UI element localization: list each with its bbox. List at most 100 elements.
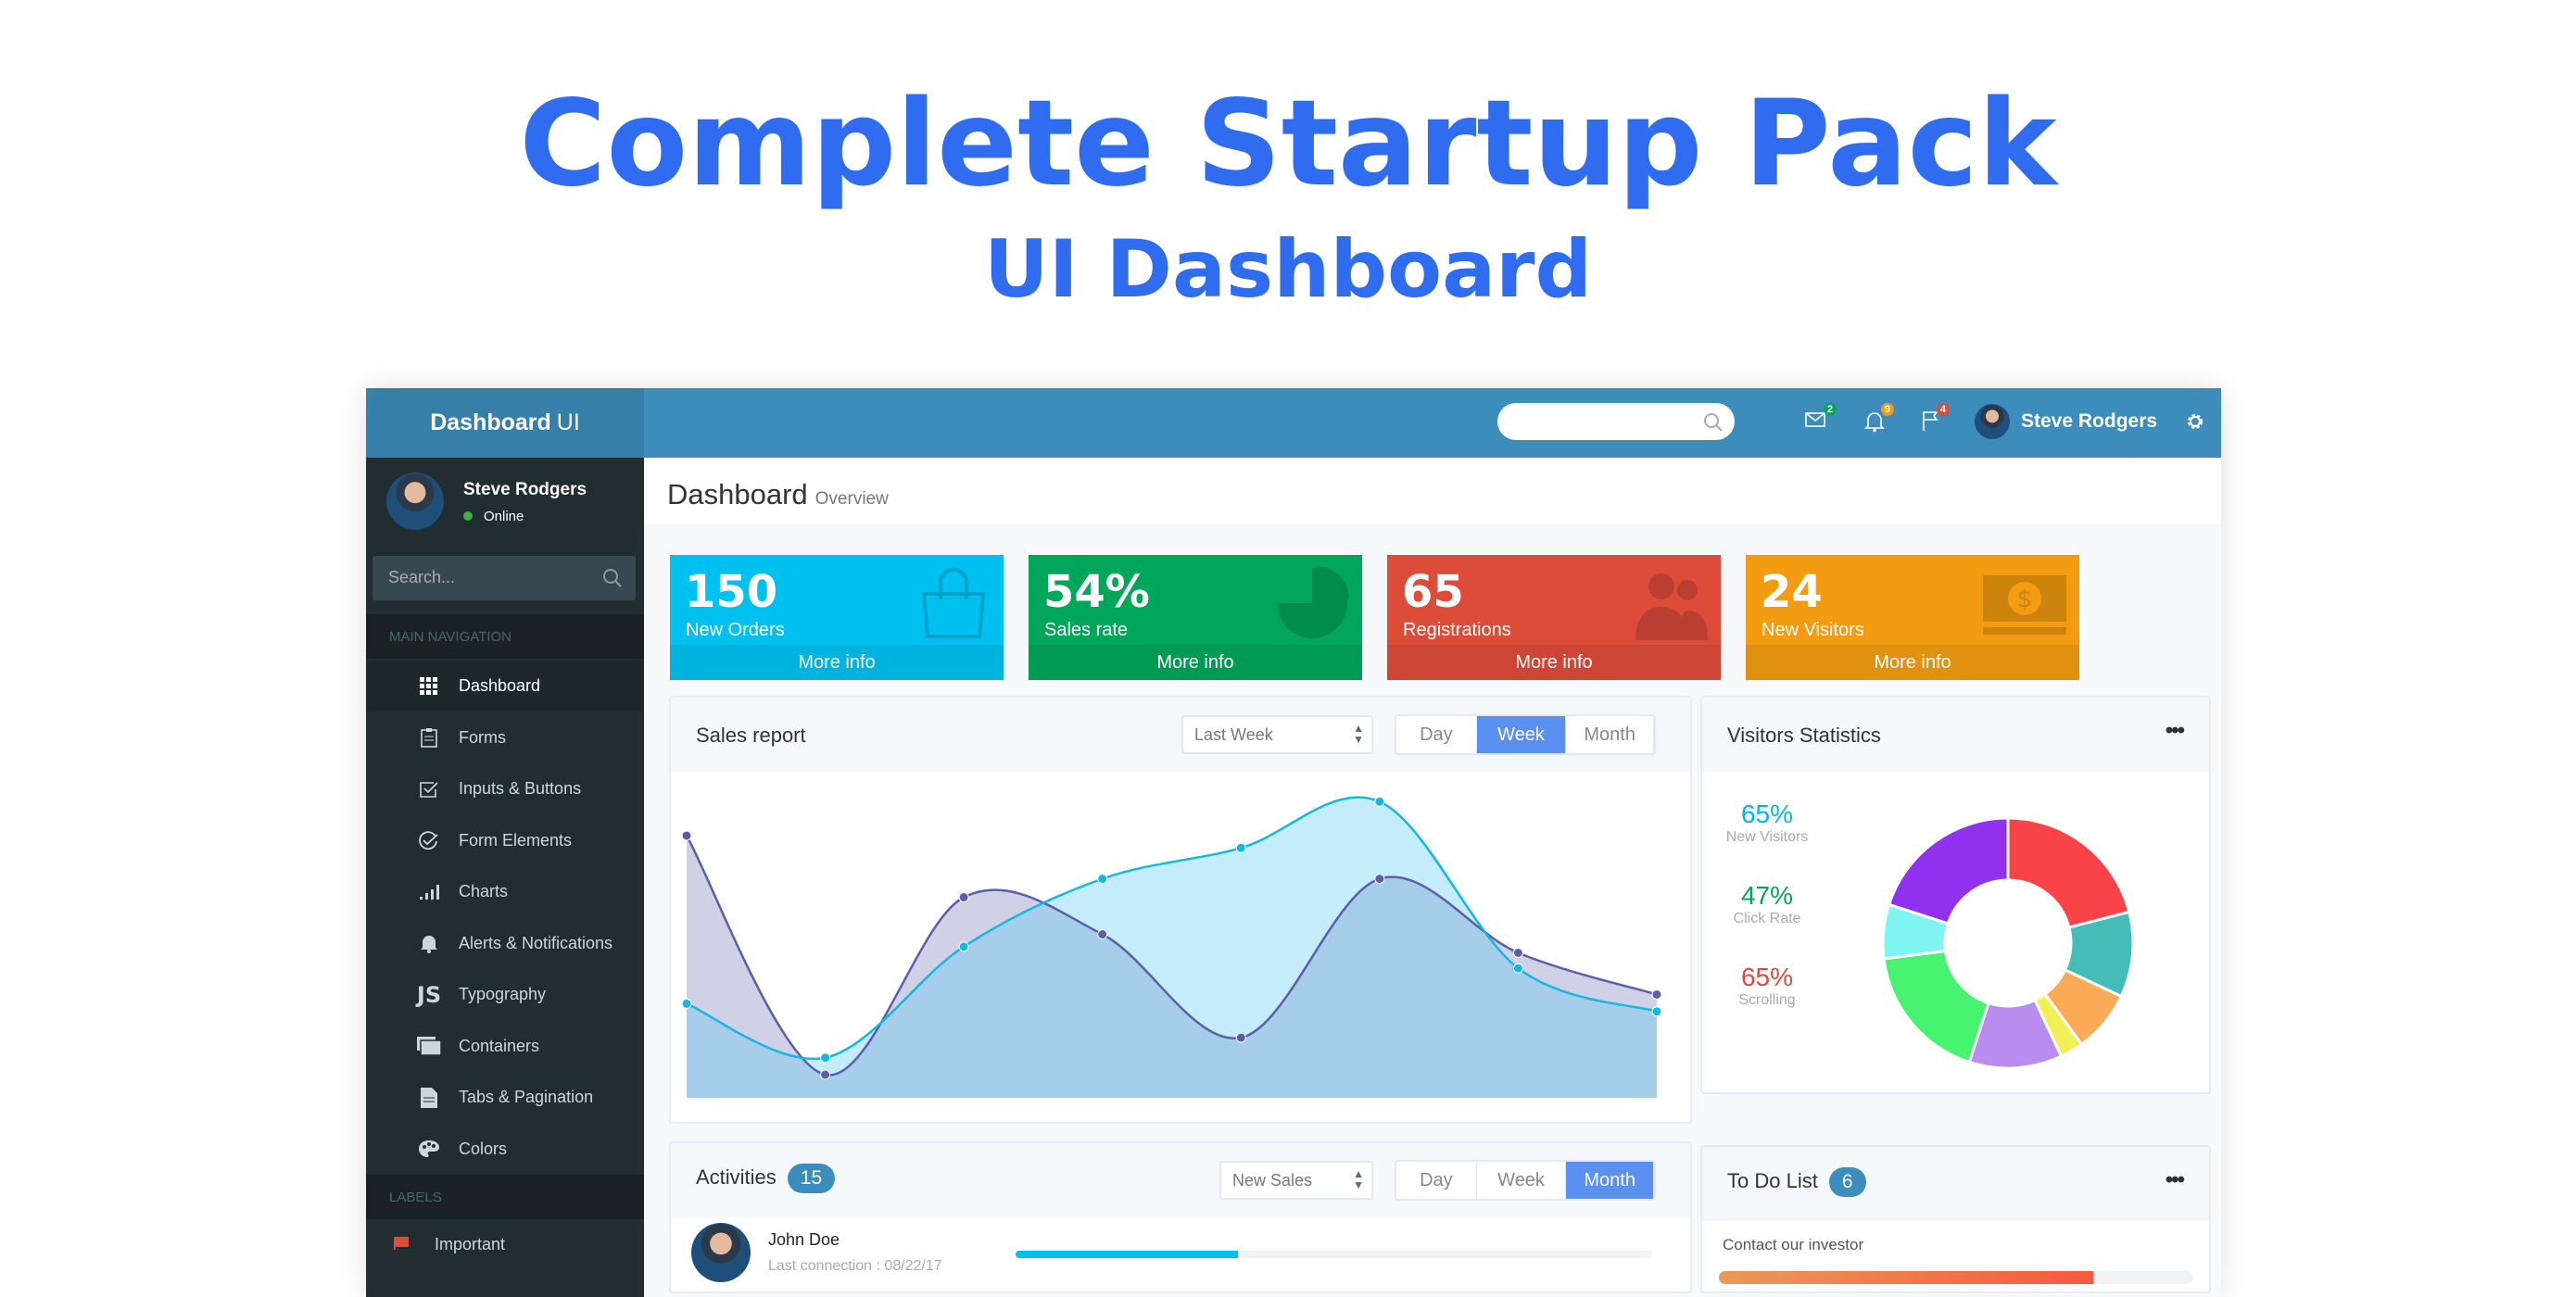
sidebar-item-inputs-buttons[interactable]: Inputs & Buttons bbox=[366, 763, 644, 814]
data-point[interactable] bbox=[1374, 796, 1385, 807]
more-info-link[interactable]: More info bbox=[1387, 645, 1721, 680]
sidebar-item-forms[interactable]: Forms bbox=[366, 712, 644, 763]
activity-progress-bar bbox=[1016, 1251, 1652, 1258]
stat-value: 47% bbox=[1740, 881, 1794, 910]
data-point[interactable] bbox=[1512, 947, 1523, 958]
top-search-input[interactable] bbox=[1497, 403, 1735, 440]
more-options-icon[interactable]: ••• bbox=[2166, 1167, 2185, 1193]
visitor-stat: 65% New Visitors bbox=[1702, 800, 1832, 846]
todo-title: To Do List bbox=[1727, 1169, 1818, 1192]
data-point[interactable] bbox=[958, 941, 969, 952]
activity-type-select[interactable]: New Sales ▲ ▼ bbox=[1219, 1161, 1373, 1200]
sidebar-item-label: Containers bbox=[459, 1036, 540, 1055]
stat-label: Scrolling bbox=[1738, 992, 1796, 1008]
sidebar-item-label: Form Elements bbox=[459, 830, 573, 850]
flag-icon bbox=[394, 1235, 409, 1254]
money-icon: $ bbox=[1983, 566, 2066, 645]
tab-month[interactable]: Month bbox=[1566, 716, 1654, 753]
notifications-button[interactable]: 9 bbox=[1864, 403, 1894, 437]
check-circle-icon bbox=[410, 830, 448, 850]
label-text: Important bbox=[435, 1235, 506, 1253]
user-menu[interactable]: Steve Rodgers bbox=[1975, 404, 2157, 439]
activity-last-connection: Last connection : 08/22/17 bbox=[768, 1258, 942, 1274]
todo-count-badge: 6 bbox=[1828, 1167, 1866, 1197]
panel-title: To Do List 6 bbox=[1727, 1167, 1866, 1197]
mail-badge: 2 bbox=[1823, 403, 1837, 416]
sidebar-item-dashboard[interactable]: Dashboard bbox=[366, 661, 644, 711]
data-point[interactable] bbox=[820, 1052, 831, 1064]
data-point[interactable] bbox=[1235, 1032, 1246, 1043]
visitors-statistics-panel: Visitors Statistics ••• 65% New Visitors 47… bbox=[1700, 696, 2211, 1094]
page-subtitle: Overview bbox=[814, 489, 889, 509]
flags-button[interactable]: 4 bbox=[1922, 403, 1950, 435]
pie-chart-icon bbox=[1275, 566, 1349, 645]
data-point[interactable] bbox=[1374, 874, 1385, 885]
labels-header: LABELS bbox=[366, 1175, 644, 1219]
topbar: 2 9 4 Steve Rodgers bbox=[644, 388, 2221, 458]
js-icon: JS bbox=[416, 981, 442, 1008]
data-point[interactable] bbox=[820, 1069, 831, 1080]
page-title: Dashboard bbox=[667, 478, 808, 510]
panel-title: Activities 15 bbox=[696, 1164, 836, 1193]
data-point[interactable] bbox=[1097, 874, 1108, 885]
search-icon[interactable] bbox=[602, 568, 623, 588]
data-point[interactable] bbox=[681, 998, 692, 1009]
data-point[interactable] bbox=[1651, 1006, 1662, 1017]
logo[interactable]: Dashboard UI bbox=[366, 388, 644, 458]
stat-card-new-visitors: $24 New Visitors More info bbox=[1746, 555, 2079, 680]
tab-day[interactable]: Day bbox=[1396, 716, 1477, 753]
more-info-link[interactable]: More info bbox=[1746, 645, 2079, 680]
data-point[interactable] bbox=[1235, 842, 1246, 853]
stat-label: New Visitors bbox=[1762, 620, 1864, 640]
sidebar-item-colors[interactable]: Colors bbox=[366, 1124, 644, 1175]
gear-icon[interactable] bbox=[2186, 412, 2204, 431]
users-icon bbox=[1634, 566, 1708, 645]
donut-slice[interactable] bbox=[2006, 816, 2131, 929]
sidebar-item-typography[interactable]: JS Typography bbox=[366, 969, 644, 1020]
visitors-donut-chart bbox=[1881, 816, 2135, 1070]
donut-slice[interactable] bbox=[1882, 949, 1990, 1064]
dashboard-window: Dashboard UI 2 9 4 Steve Rodgers Steve Ro… bbox=[366, 388, 2221, 1297]
mail-button[interactable]: 2 bbox=[1805, 403, 1837, 434]
select-arrows-icon: ▲ ▼ bbox=[1353, 1167, 1364, 1191]
document-icon bbox=[410, 1087, 448, 1108]
data-point[interactable] bbox=[681, 830, 692, 841]
stat-label: Sales rate bbox=[1044, 620, 1129, 640]
sidebar-user-name: Steve Rodgers bbox=[463, 480, 587, 499]
tab-week[interactable]: Week bbox=[1476, 716, 1567, 753]
data-point[interactable] bbox=[1097, 929, 1108, 940]
data-point[interactable] bbox=[1651, 988, 1662, 1000]
panel-title: Visitors Statistics bbox=[1727, 724, 1881, 747]
avatar bbox=[386, 472, 444, 530]
stat-value: 24 bbox=[1761, 566, 1823, 618]
more-info-link[interactable]: More info bbox=[1029, 645, 1362, 680]
activity-row[interactable]: John Doe Last connection : 08/22/17 bbox=[671, 1217, 1690, 1291]
sidebar-user: Steve Rodgers Online bbox=[366, 458, 644, 560]
sidebar-item-form-elements[interactable]: Form Elements bbox=[366, 815, 644, 866]
more-info-link[interactable]: More info bbox=[670, 645, 1004, 680]
donut-slice[interactable] bbox=[1887, 816, 2010, 926]
period-select[interactable]: Last Week ▲ ▼ bbox=[1181, 715, 1373, 754]
tab-week[interactable]: Week bbox=[1477, 1162, 1567, 1199]
sidebar-item-containers[interactable]: Containers bbox=[366, 1021, 644, 1072]
sidebar-item-label: Inputs & Buttons bbox=[459, 779, 582, 798]
data-point[interactable] bbox=[958, 892, 969, 903]
tab-month[interactable]: Month bbox=[1566, 1162, 1654, 1199]
tab-day[interactable]: Day bbox=[1396, 1162, 1477, 1199]
data-point[interactable] bbox=[1512, 963, 1523, 974]
search-icon[interactable] bbox=[1703, 412, 1724, 433]
sidebar-search-input[interactable]: Search... bbox=[373, 556, 636, 600]
sidebar-item-alerts-notifications[interactable]: Alerts & Notifications bbox=[366, 918, 644, 969]
activities-title: Activities bbox=[696, 1165, 777, 1189]
more-options-icon[interactable]: ••• bbox=[2166, 718, 2185, 744]
containers-icon bbox=[410, 1037, 448, 1055]
page-header: Dashboard Overview bbox=[644, 458, 2221, 524]
clipboard-icon bbox=[410, 727, 448, 748]
checkbox-icon bbox=[410, 780, 448, 799]
activities-count-badge: 15 bbox=[787, 1164, 836, 1193]
stat-card-sales-rate: 54% Sales rate More info bbox=[1029, 555, 1362, 680]
user-name: Steve Rodgers bbox=[2021, 410, 2158, 432]
label-important[interactable]: Important bbox=[366, 1219, 644, 1270]
sidebar-item-tabs-pagination[interactable]: Tabs & Pagination bbox=[366, 1072, 644, 1123]
sidebar-item-charts[interactable]: Charts bbox=[366, 866, 644, 917]
